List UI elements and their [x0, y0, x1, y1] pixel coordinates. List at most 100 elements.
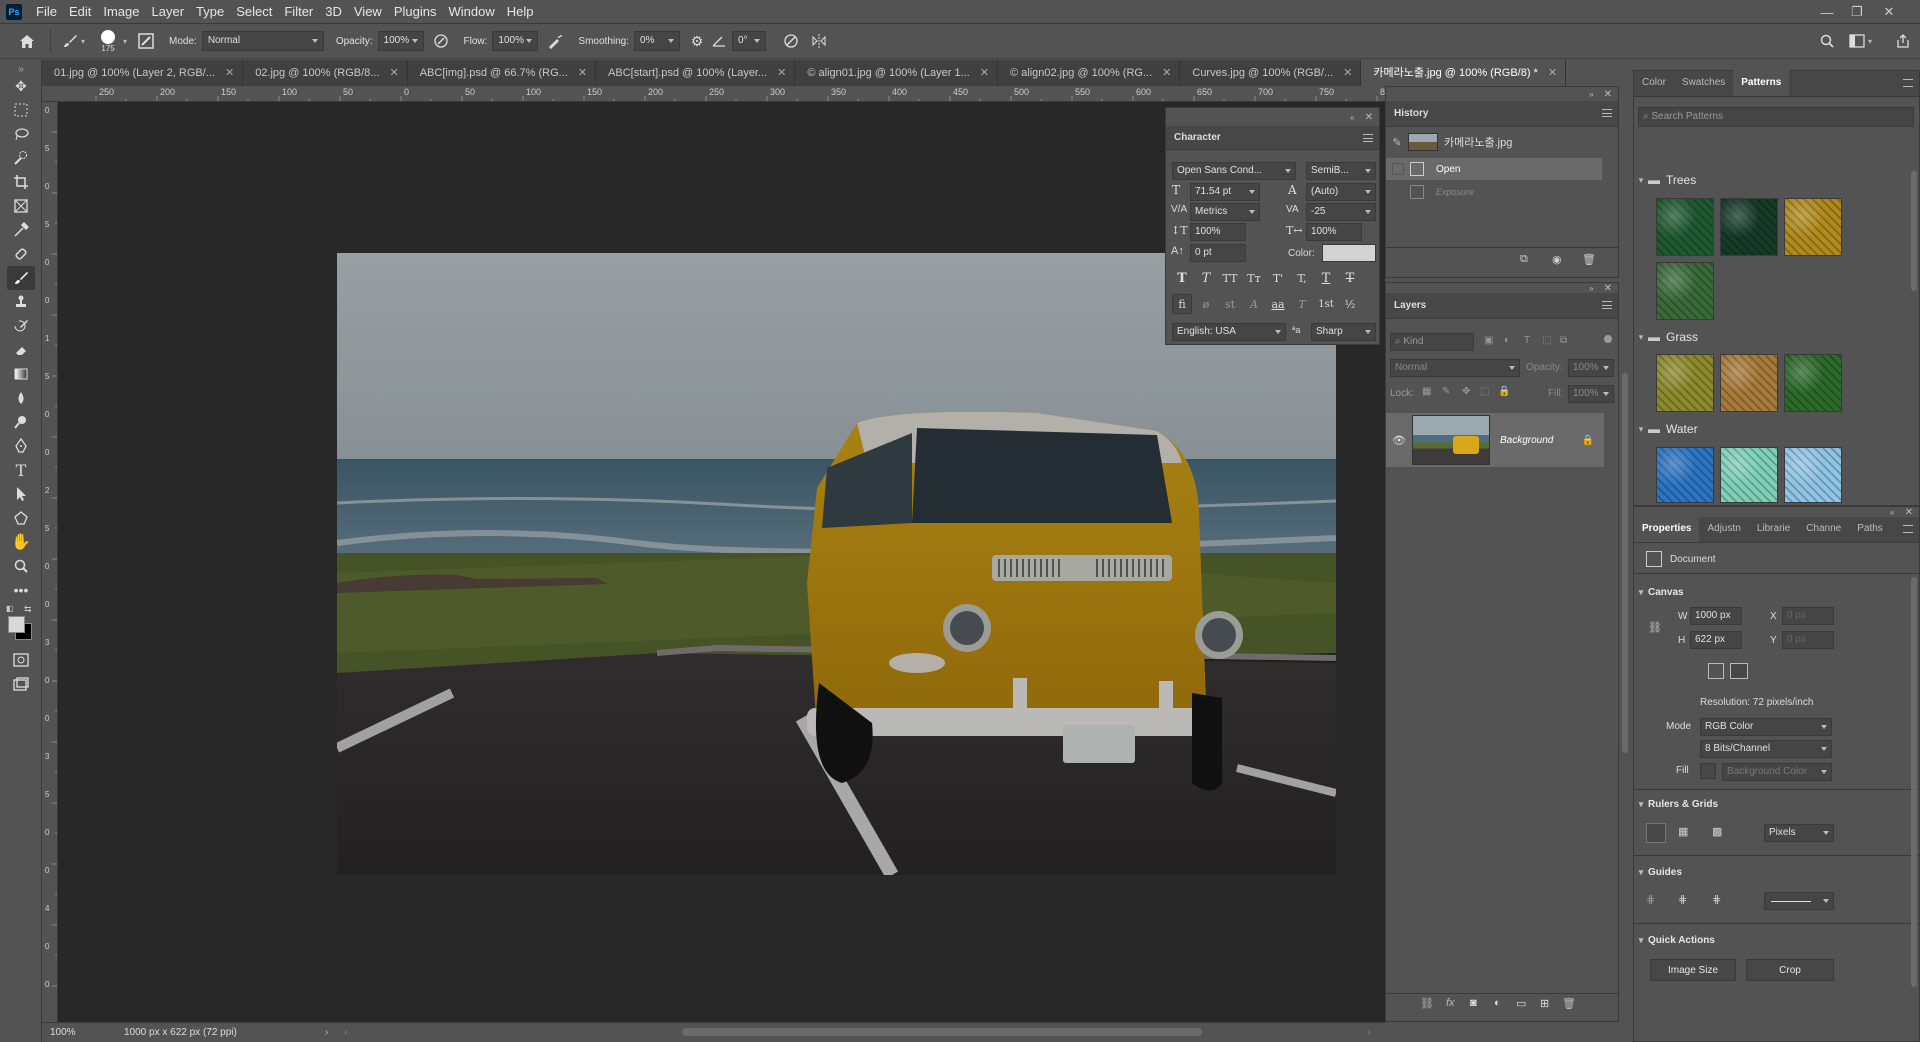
eye-icon[interactable]: 👁 — [1386, 434, 1412, 447]
close-icon[interactable]: ✕ — [225, 60, 234, 86]
ligatures-button[interactable]: fi — [1172, 294, 1192, 314]
guide-style-select[interactable] — [1764, 892, 1834, 910]
close-icon[interactable]: ✕ — [1343, 60, 1352, 86]
minimize-icon[interactable]: — — [1812, 0, 1842, 24]
zoom-tool-icon[interactable] — [7, 554, 35, 578]
new-group-icon[interactable]: ▭ — [1516, 997, 1526, 1010]
panel-menu-icon[interactable] — [1602, 301, 1612, 309]
shape-tool-icon[interactable] — [7, 506, 35, 530]
canvas-y-input[interactable]: 0 px — [1782, 631, 1834, 649]
small-caps-button[interactable]: Tт — [1244, 268, 1264, 288]
new-document-from-state-icon[interactable]: ⧉ — [1520, 253, 1528, 266]
text-color-swatch[interactable] — [1322, 244, 1376, 262]
tab-document[interactable]: 01.jpg @ 100% (Layer 2, RGB/... ✕ — [42, 60, 244, 86]
path-selection-tool-icon[interactable] — [7, 482, 35, 506]
tab-document[interactable]: Curves.jpg @ 100% (RGB/... ✕ — [1180, 60, 1362, 86]
discretionary-ligatures-button[interactable]: st — [1220, 294, 1240, 314]
layers-title[interactable]: Layers — [1394, 300, 1426, 311]
foreground-color[interactable] — [8, 616, 25, 633]
screen-mode-icon[interactable] — [7, 672, 35, 696]
pattern-swatch[interactable] — [1720, 198, 1778, 256]
adjustment-layer-icon[interactable]: ◐ — [1494, 997, 1501, 1009]
mode-select[interactable]: Normal — [201, 31, 324, 51]
pattern-swatch[interactable] — [1720, 447, 1778, 503]
close-icon[interactable]: ✕ — [980, 60, 989, 86]
close-icon[interactable]: ✕ — [1162, 60, 1171, 86]
close-icon[interactable]: ✕ — [1905, 507, 1913, 518]
pressure-opacity-icon[interactable] — [430, 30, 452, 52]
layer-filter-kind[interactable]: ⌕ Kind — [1390, 333, 1474, 351]
camera-icon[interactable]: ◉ — [1552, 253, 1562, 266]
pattern-swatch[interactable] — [1784, 447, 1842, 503]
panel-menu-icon[interactable] — [1363, 134, 1373, 142]
tracking-select[interactable]: -25 — [1306, 203, 1376, 221]
status-menu-icon[interactable]: › — [325, 1027, 328, 1038]
filter-adjustment-icon[interactable]: ◐ — [1504, 335, 1510, 346]
chevron-down-icon[interactable]: ▾ — [81, 37, 85, 46]
trash-icon[interactable]: 🗑 — [1582, 253, 1596, 266]
panel-menu-icon[interactable] — [1903, 79, 1913, 87]
tab-paths[interactable]: Paths — [1849, 516, 1891, 542]
symmetry-icon[interactable] — [808, 30, 830, 52]
tab-swatches[interactable]: Swatches — [1674, 70, 1733, 96]
canvas-height-input[interactable]: 622 px — [1690, 631, 1742, 649]
healing-brush-tool-icon[interactable] — [7, 242, 35, 266]
crop-tool-icon[interactable] — [7, 170, 35, 194]
gear-icon[interactable]: ⚙ — [686, 30, 708, 52]
pattern-group-grass[interactable]: ▾ ▬ Grass — [1634, 326, 1902, 348]
properties-scrollbar[interactable] — [1911, 577, 1917, 987]
pattern-swatch[interactable] — [1656, 262, 1714, 320]
underline-button[interactable]: T — [1316, 268, 1336, 288]
chevron-down-icon[interactable]: ▾ — [123, 37, 127, 46]
move-tool-icon[interactable]: ✥ — [7, 74, 35, 98]
filter-pixel-icon[interactable]: ▣ — [1484, 335, 1493, 346]
history-snapshot[interactable]: ✎ 카메라노출.jpg — [1386, 129, 1618, 155]
baseline-shift-input[interactable]: 0 pt — [1190, 244, 1246, 262]
pen-tool-icon[interactable] — [7, 434, 35, 458]
layer-fill-input[interactable]: 100% — [1568, 385, 1614, 403]
add-mask-icon[interactable]: ◙ — [1470, 997, 1477, 1009]
menu-filter[interactable]: Filter — [278, 0, 319, 24]
lock-position-icon[interactable]: ✥ — [1462, 386, 1470, 397]
smoothing-input[interactable]: 0% — [634, 31, 681, 51]
chevron-down-icon[interactable]: ▾ — [1868, 37, 1872, 46]
font-style-select[interactable]: SemiB... — [1306, 162, 1376, 180]
pattern-search-input[interactable]: ⌕ Search Patterns — [1638, 107, 1914, 127]
new-layer-icon[interactable]: ⊞ — [1540, 997, 1549, 1010]
antialias-select[interactable]: Sharp — [1311, 323, 1376, 341]
ruler-toggle-icon[interactable] — [1646, 823, 1666, 843]
ordinals-button[interactable]: 1st — [1316, 294, 1336, 314]
menu-help[interactable]: Help — [501, 0, 540, 24]
collapse-panel-icon[interactable]: « — [1350, 113, 1354, 122]
titling-alternates-button[interactable]: T — [1292, 294, 1312, 314]
fractions-button[interactable]: ½ — [1340, 294, 1360, 314]
swap-colors-icon[interactable]: ⇆ — [24, 604, 32, 615]
stylistic-alternates-button[interactable]: aa — [1268, 294, 1288, 314]
filter-smart-object-icon[interactable]: ⧉ — [1560, 335, 1567, 346]
link-icon[interactable]: ⛓ — [1648, 621, 1662, 634]
history-item[interactable]: Open — [1386, 158, 1602, 180]
lock-pixels-icon[interactable]: ✎ — [1442, 386, 1450, 397]
tab-document-active[interactable]: 카메라노출.jpg @ 100% (RGB/8) * ✕ — [1361, 60, 1567, 86]
patterns-scrollbar[interactable] — [1911, 171, 1917, 291]
brush-preset-picker[interactable]: 175 — [95, 29, 121, 53]
lasso-tool-icon[interactable] — [7, 122, 35, 146]
tab-document[interactable]: ABC[start].psd @ 100% (Layer... ✕ — [596, 60, 796, 86]
type-tool-icon[interactable]: T — [7, 458, 35, 482]
fill-swatch[interactable] — [1700, 763, 1716, 779]
guides-off-icon[interactable]: ⋕ — [1646, 893, 1655, 906]
eyedropper-tool-icon[interactable] — [7, 218, 35, 242]
pattern-swatch[interactable] — [1720, 354, 1778, 412]
menu-layer[interactable]: Layer — [146, 0, 191, 24]
blend-mode-select[interactable]: Normal — [1390, 359, 1520, 377]
collapse-toolbar-icon[interactable]: » — [7, 64, 35, 75]
collapse-panel-icon[interactable]: « — [1890, 508, 1894, 517]
horizontal-scrollbar[interactable] — [682, 1028, 1202, 1036]
font-family-select[interactable]: Open Sans Cond... — [1172, 162, 1296, 180]
layers-scrollbar[interactable] — [1622, 373, 1628, 753]
tab-color[interactable]: Color — [1634, 70, 1674, 96]
close-icon[interactable]: ✕ — [578, 60, 587, 86]
clone-stamp-tool-icon[interactable] — [7, 290, 35, 314]
quick-mask-icon[interactable] — [7, 648, 35, 672]
search-icon[interactable] — [1816, 30, 1838, 52]
